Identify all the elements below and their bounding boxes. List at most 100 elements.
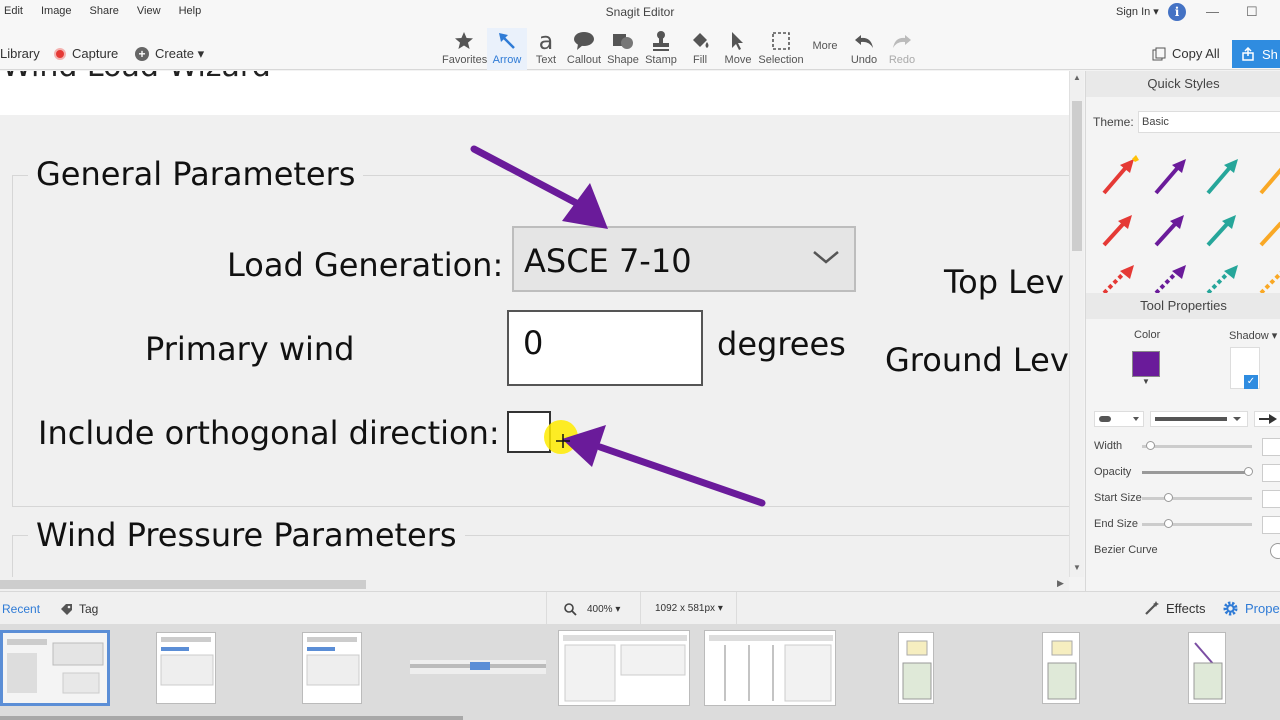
tray-thumbnail[interactable] xyxy=(704,630,836,706)
divider xyxy=(736,592,737,625)
tray-thumbnail[interactable] xyxy=(1188,632,1226,704)
style-swatch-11[interactable] xyxy=(1206,265,1238,293)
style-swatch-7[interactable] xyxy=(1206,215,1236,247)
opacity-field[interactable] xyxy=(1262,464,1280,482)
tool-fill[interactable]: Fill xyxy=(682,28,718,70)
line-style-icon xyxy=(1155,417,1241,421)
tool-selection[interactable]: Selection xyxy=(758,28,804,70)
line-style-select[interactable] xyxy=(1150,411,1248,427)
thumbnail-image xyxy=(306,637,360,686)
tool-label: Selection xyxy=(758,54,804,66)
maximize-icon[interactable]: ☐ xyxy=(1246,4,1258,20)
width-slider[interactable] xyxy=(1142,445,1252,448)
start-size-slider[interactable] xyxy=(1142,497,1252,500)
style-swatch-5[interactable] xyxy=(1102,215,1132,247)
undo-icon xyxy=(855,35,873,48)
tray-thumbnail[interactable] xyxy=(1042,632,1080,704)
tool-move[interactable]: Move xyxy=(720,28,756,70)
tag-icon xyxy=(61,603,72,615)
style-swatch-8[interactable] xyxy=(1259,221,1280,247)
library-button[interactable]: Library xyxy=(0,46,40,61)
canvas-vertical-scrollbar[interactable]: ▲ ▼ xyxy=(1069,71,1084,577)
line-cap-icon xyxy=(1099,416,1139,422)
arrow-start-style-select[interactable] xyxy=(1094,411,1144,427)
tool-shape[interactable]: Shape xyxy=(604,28,642,70)
title-bar: Edit Image Share View Help Snagit Editor… xyxy=(0,0,1280,24)
annotation-arrow-bottom[interactable] xyxy=(562,425,766,507)
canvas-size-control[interactable]: 1092 x 581px ▾ xyxy=(655,603,723,614)
width-slider-knob[interactable] xyxy=(1146,441,1155,450)
opacity-slider[interactable] xyxy=(1142,471,1252,474)
end-size-field[interactable] xyxy=(1262,516,1280,534)
style-swatch-4[interactable] xyxy=(1259,165,1280,195)
style-swatch-12[interactable] xyxy=(1259,271,1280,293)
style-swatch-3[interactable] xyxy=(1206,159,1238,195)
end-size-slider-knob[interactable] xyxy=(1164,519,1173,528)
tool-properties-header: Tool Properties xyxy=(1086,293,1280,319)
tag-tab[interactable]: Tag xyxy=(60,602,98,616)
opacity-slider-knob[interactable] xyxy=(1244,467,1253,476)
tray-thumbnail[interactable] xyxy=(410,660,546,674)
editor-canvas[interactable]: Wind Load Wizard General Parameters Load… xyxy=(0,71,1069,577)
tool-label: Text xyxy=(535,54,557,66)
tool-label: Arrow xyxy=(492,54,522,66)
arrow-tool-icon xyxy=(499,33,515,49)
tray-thumbnail[interactable] xyxy=(558,630,690,706)
fill-icon xyxy=(693,33,709,48)
copy-all-button[interactable]: Copy All xyxy=(1152,46,1220,61)
share-icon xyxy=(1242,47,1254,61)
tray-thumbnail[interactable] xyxy=(898,632,934,704)
canvas-dimensions: 1092 x 581px ▾ xyxy=(655,603,723,614)
stamp-icon xyxy=(653,31,669,51)
tool-redo[interactable]: Redo xyxy=(884,28,920,70)
theme-select[interactable]: Basic xyxy=(1138,111,1280,133)
window-title: Snagit Editor xyxy=(605,5,675,19)
tool-favorites[interactable]: Favorites xyxy=(442,28,487,70)
tool-text[interactable]: a Text xyxy=(528,27,564,70)
end-size-slider[interactable] xyxy=(1142,523,1252,526)
tray-thumbnail[interactable] xyxy=(302,632,362,704)
tray-thumbnail[interactable] xyxy=(156,632,216,704)
tool-callout[interactable]: Callout xyxy=(564,28,604,70)
check-icon[interactable]: ✓ xyxy=(1244,375,1258,389)
effects-button[interactable]: Effects xyxy=(1144,600,1206,616)
properties-button[interactable]: Prope xyxy=(1222,600,1280,617)
style-swatch-2[interactable] xyxy=(1154,159,1186,195)
tool-undo[interactable]: Undo xyxy=(846,28,882,70)
style-swatch-6[interactable] xyxy=(1154,215,1184,247)
zoom-control[interactable]: 400% ▾ xyxy=(564,603,620,616)
sign-in-button[interactable]: Sign In ▾ xyxy=(1116,5,1159,18)
scroll-right-icon[interactable]: ▶ xyxy=(1057,578,1064,589)
thumbnail-image xyxy=(1193,642,1223,700)
color-dropdown-icon[interactable]: ▼ xyxy=(1142,377,1150,386)
horizontal-scroll-thumb[interactable] xyxy=(0,580,366,589)
start-size-slider-knob[interactable] xyxy=(1164,493,1173,502)
create-button[interactable]: + Create ▾ xyxy=(135,46,204,62)
tray-scrollbar[interactable] xyxy=(0,716,463,720)
arrow-end-style-select[interactable] xyxy=(1254,411,1280,427)
main-toolbar: Library Capture + Create ▾ Favorites Arr… xyxy=(0,24,1280,70)
info-icon[interactable]: i xyxy=(1168,3,1186,21)
tool-stamp[interactable]: Stamp xyxy=(642,28,680,70)
scroll-up-icon[interactable]: ▲ xyxy=(1073,73,1081,82)
style-swatch-10[interactable] xyxy=(1154,265,1186,293)
recent-tab[interactable]: Recent xyxy=(2,602,40,616)
minimize-icon[interactable]: — xyxy=(1206,4,1219,19)
canvas-horizontal-scrollbar[interactable]: ▶ xyxy=(0,577,1069,591)
start-size-field[interactable] xyxy=(1262,490,1280,508)
shadow-label[interactable]: Shadow ▾ xyxy=(1229,329,1277,342)
share-button[interactable]: Sh xyxy=(1232,40,1280,68)
annotation-arrow-top[interactable] xyxy=(470,145,608,229)
shape-icon xyxy=(613,34,633,49)
scroll-down-icon[interactable]: ▼ xyxy=(1073,563,1081,572)
width-field[interactable] xyxy=(1262,438,1280,456)
bezier-curve-label: Bezier Curve xyxy=(1094,544,1158,556)
vertical-scroll-thumb[interactable] xyxy=(1072,101,1082,251)
tool-arrow[interactable]: Arrow xyxy=(487,28,527,70)
style-swatch-1[interactable] xyxy=(1102,155,1139,195)
capture-button[interactable]: Capture xyxy=(54,46,118,61)
color-swatch[interactable] xyxy=(1132,351,1160,377)
style-swatch-9[interactable] xyxy=(1102,265,1134,293)
tray-thumbnail[interactable] xyxy=(0,630,110,706)
bezier-curve-toggle[interactable] xyxy=(1270,543,1280,559)
